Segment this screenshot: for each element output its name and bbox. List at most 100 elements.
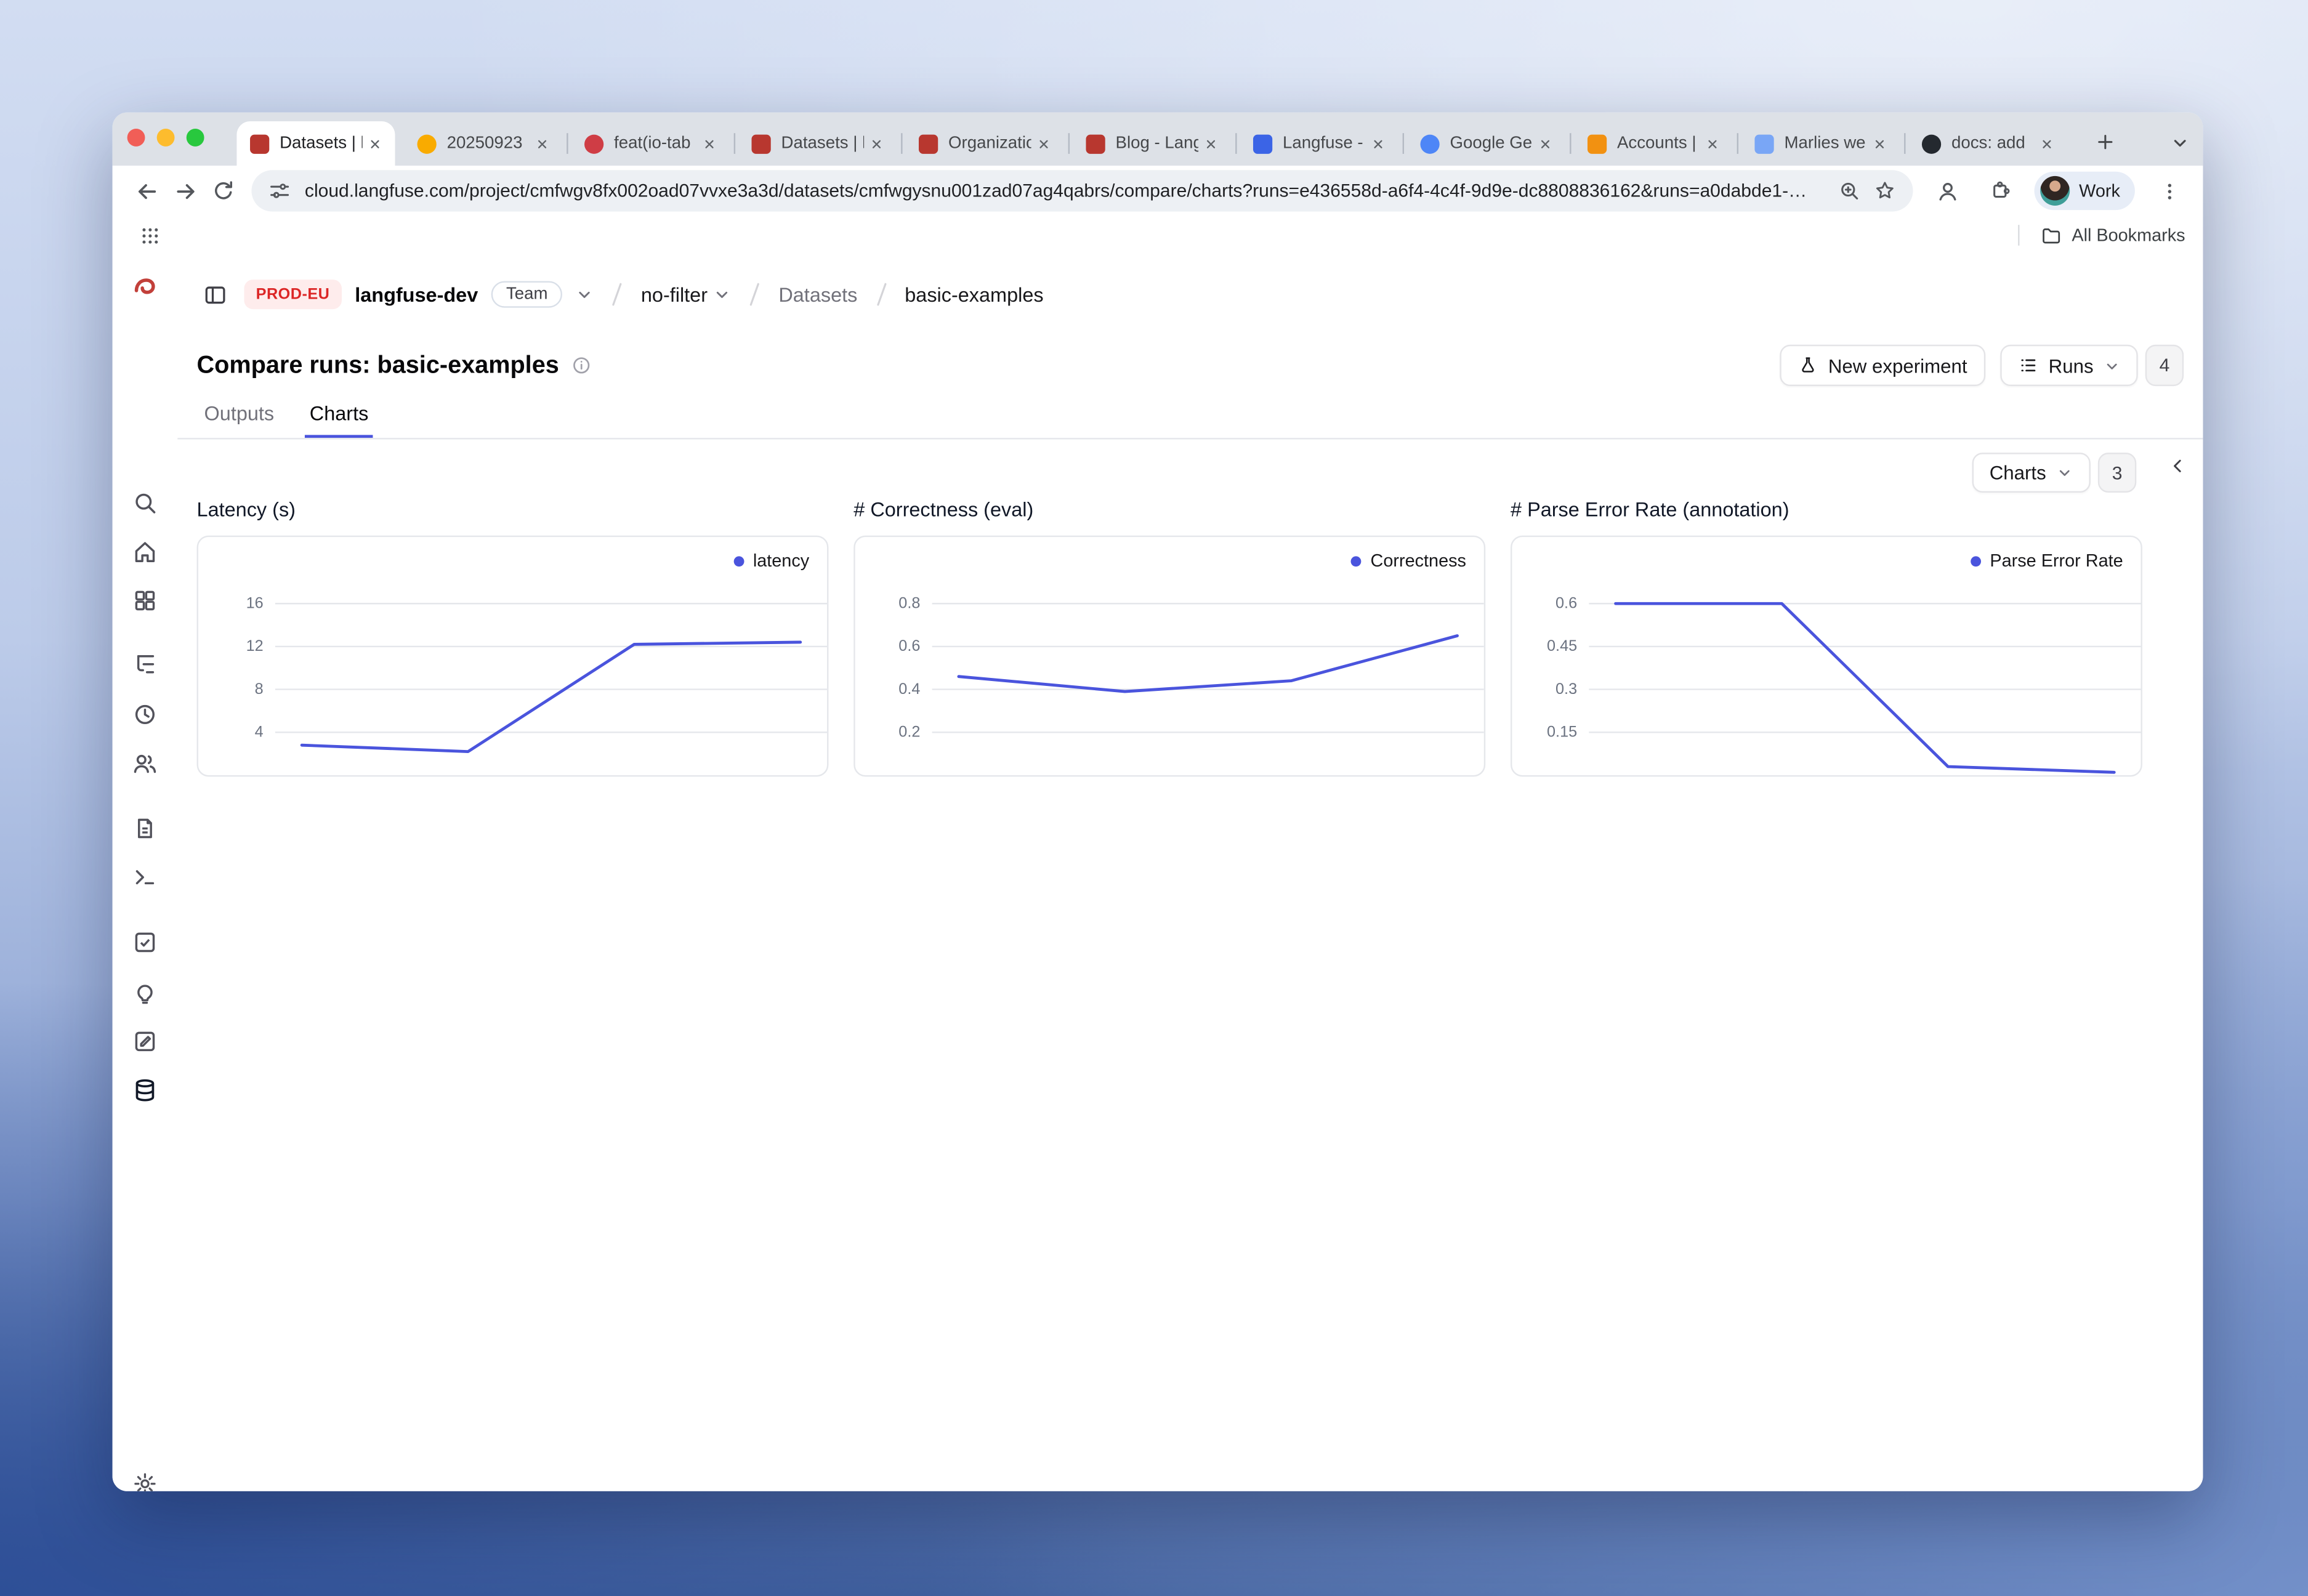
browser-tab[interactable]: Langfuse - bbox=[1240, 121, 1398, 166]
charts-row: Latency (s) latency 481216 # Correctness… bbox=[197, 499, 2142, 777]
chart-legend: Correctness bbox=[1351, 550, 1466, 571]
tab-close-icon[interactable] bbox=[1366, 132, 1389, 155]
page-tabs: Outputs Charts bbox=[177, 397, 2203, 438]
tab-title: Marlies we bbox=[1784, 135, 1867, 153]
prompts-icon bbox=[132, 815, 158, 842]
sidebar-item-users[interactable] bbox=[123, 741, 167, 786]
breadcrumb-dataset-name[interactable]: basic-examples bbox=[905, 283, 1043, 305]
page-title: Compare runs: basic-examples bbox=[197, 352, 559, 380]
tab-close-icon[interactable] bbox=[864, 132, 887, 155]
collapse-panel-button[interactable] bbox=[2163, 451, 2193, 481]
browser-tab[interactable]: 20250923 bbox=[404, 121, 562, 166]
chart-card: latency 481216 bbox=[197, 536, 829, 777]
tab-title: Organizatio bbox=[948, 135, 1031, 153]
tab-outputs[interactable]: Outputs bbox=[200, 402, 278, 438]
sidebar-item-home[interactable] bbox=[123, 530, 167, 574]
langfuse-favicon bbox=[250, 134, 269, 153]
collapse-left-icon bbox=[2169, 457, 2187, 475]
tab-close-icon[interactable] bbox=[1031, 132, 1055, 155]
all-bookmarks-label: All Bookmarks bbox=[2072, 225, 2185, 246]
sidebar-item-sessions[interactable] bbox=[123, 692, 167, 736]
sidebar-item-settings[interactable] bbox=[123, 1462, 167, 1491]
github-pr-favicon bbox=[584, 134, 603, 153]
back-button[interactable] bbox=[127, 172, 166, 210]
sidebar-item-prompts[interactable] bbox=[123, 806, 167, 850]
tab-title: Langfuse - bbox=[1283, 135, 1366, 153]
browser-tab[interactable]: Accounts | bbox=[1574, 121, 1732, 166]
new-tab-button[interactable] bbox=[2086, 123, 2124, 161]
bookmarks-separator bbox=[2019, 225, 2020, 246]
insights-icon bbox=[132, 979, 158, 1006]
forward-icon bbox=[172, 179, 198, 204]
tab-close-icon[interactable] bbox=[1198, 132, 1222, 155]
app-sidebar bbox=[113, 254, 178, 1491]
extensions-button[interactable] bbox=[1982, 172, 2020, 210]
doc-favicon bbox=[1754, 134, 1773, 153]
langfuse-favicon bbox=[1086, 134, 1105, 153]
langfuse-app: PROD-EU langfuse-dev Team no-filter Data… bbox=[113, 254, 2203, 1491]
sidebar-item-playground[interactable] bbox=[123, 855, 167, 900]
maximize-window-button[interactable] bbox=[187, 129, 204, 147]
chevron-down-icon bbox=[2057, 464, 2073, 480]
all-bookmarks-button[interactable]: All Bookmarks bbox=[2019, 224, 2185, 246]
browser-tab[interactable]: Organizatio bbox=[905, 121, 1063, 166]
settings-icon bbox=[132, 1470, 158, 1491]
organization-name[interactable]: langfuse-dev bbox=[355, 283, 478, 305]
minimize-window-button[interactable] bbox=[157, 129, 175, 147]
chart-title: # Parse Error Rate (annotation) bbox=[1511, 499, 2142, 521]
breadcrumb-datasets[interactable]: Datasets bbox=[778, 283, 857, 305]
site-settings-icon[interactable] bbox=[266, 177, 293, 204]
zoom-icon[interactable] bbox=[1836, 177, 1863, 204]
account-button[interactable] bbox=[1928, 172, 1966, 210]
legend-dot bbox=[734, 555, 744, 566]
close-window-button[interactable] bbox=[127, 129, 145, 147]
sidebar-item-insights[interactable] bbox=[123, 970, 167, 1015]
tab-close-icon[interactable] bbox=[1533, 132, 1556, 155]
sidebar-item-scores[interactable] bbox=[123, 920, 167, 964]
browser-tab[interactable]: Marlies we bbox=[1741, 121, 1900, 166]
scores-icon bbox=[132, 929, 158, 956]
tab-search-button[interactable] bbox=[2160, 123, 2198, 161]
reload-button[interactable] bbox=[204, 172, 243, 210]
apps-grid-button[interactable] bbox=[130, 219, 168, 252]
tab-close-icon[interactable] bbox=[1700, 132, 1724, 155]
tab-title: 20250923 bbox=[447, 135, 530, 153]
sidebar-item-annotation[interactable] bbox=[123, 1019, 167, 1063]
browser-tab[interactable]: docs: add bbox=[1908, 121, 2067, 166]
project-selector[interactable]: no-filter bbox=[641, 283, 732, 305]
gemini-favicon bbox=[1420, 134, 1439, 153]
sidebar-item-datasets[interactable] bbox=[123, 1068, 167, 1113]
desktop-stage: Datasets | la 20250923 feat(io-tab Datas… bbox=[0, 0, 2308, 1596]
org-type-badge[interactable]: Team bbox=[491, 281, 563, 307]
browser-menu-button[interactable] bbox=[2150, 172, 2188, 210]
browser-tab[interactable]: feat(io-tab bbox=[571, 121, 729, 166]
tab-charts[interactable]: Charts bbox=[305, 402, 373, 438]
bookmark-star-icon[interactable] bbox=[1872, 177, 1898, 204]
address-bar[interactable]: cloud.langfuse.com/project/cmfwgv8fx002o… bbox=[251, 170, 1913, 211]
tab-title: Datasets | la bbox=[781, 135, 865, 153]
tab-close-icon[interactable] bbox=[363, 132, 386, 155]
chevron-down-icon[interactable] bbox=[576, 286, 594, 304]
info-icon[interactable] bbox=[571, 355, 592, 376]
tab-close-icon[interactable] bbox=[530, 132, 553, 155]
home-icon bbox=[132, 539, 158, 565]
annotation-icon bbox=[132, 1028, 158, 1055]
sidebar-item-search[interactable] bbox=[123, 481, 167, 525]
sidebar-item-dashboards[interactable] bbox=[123, 578, 167, 623]
browser-tab[interactable]: Datasets | la bbox=[236, 121, 395, 166]
browser-tab[interactable]: Google Ge bbox=[1407, 121, 1565, 166]
sidebar-toggle-button[interactable] bbox=[198, 278, 231, 311]
tab-close-icon[interactable] bbox=[697, 132, 720, 155]
charts-selector-button[interactable]: Charts bbox=[1972, 453, 2091, 493]
browser-profile-chip[interactable]: Work bbox=[2035, 172, 2135, 210]
forward-button[interactable] bbox=[166, 172, 204, 210]
browser-tab[interactable]: Datasets | la bbox=[738, 121, 897, 166]
tab-close-icon[interactable] bbox=[2035, 132, 2058, 155]
list-icon bbox=[2017, 355, 2038, 376]
sidebar-item-tracing[interactable] bbox=[123, 642, 167, 687]
runs-selector-button[interactable]: Runs bbox=[1999, 345, 2137, 386]
tracing-icon bbox=[132, 651, 158, 677]
browser-tab[interactable]: Blog - Lang bbox=[1073, 121, 1231, 166]
new-experiment-button[interactable]: New experiment bbox=[1780, 345, 1985, 386]
tab-close-icon[interactable] bbox=[1867, 132, 1890, 155]
